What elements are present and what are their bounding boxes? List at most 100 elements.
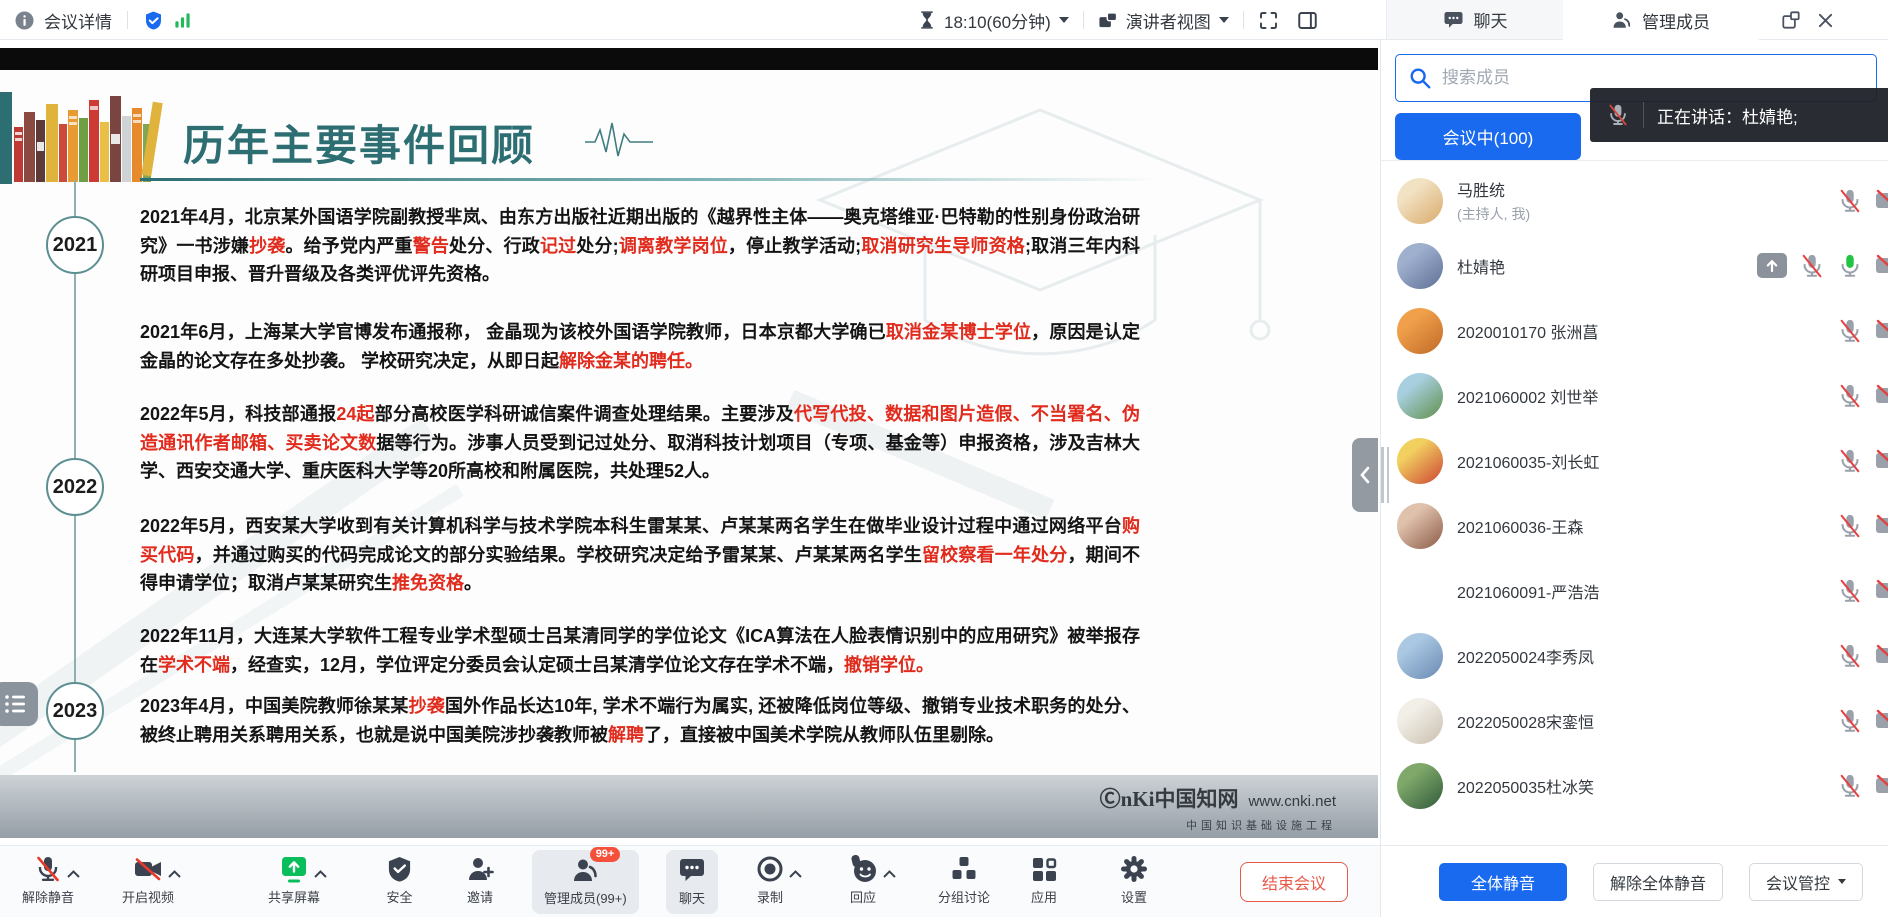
presentation-slide: 历年主要事件回顾 2021 2022 2023 2021年4月，北京某外国语学院… xyxy=(0,70,1378,838)
top-bar: 会议详情 18:10(60分钟) 演讲者视图 xyxy=(0,0,1888,40)
slide-paragraph-2021a: 2021年4月，北京某外国语学院副教授芈岚、由东方出版社近期出版的《越界性主体—… xyxy=(140,203,1140,289)
security-button[interactable]: 安全 xyxy=(386,853,413,911)
camera-muted-icon-clipped[interactable] xyxy=(1875,449,1888,473)
avatar xyxy=(1397,373,1443,419)
tab-in-meeting[interactable]: 会议中(100) xyxy=(1395,113,1581,160)
mic-muted-icon[interactable] xyxy=(1837,318,1863,344)
camera-muted-icon-clipped[interactable] xyxy=(1875,254,1888,278)
slide-paragraph-2022c: 2022年11月，大连某大学软件工程专业学术型硕士吕某清同学的学位论文《ICA算… xyxy=(140,622,1140,679)
popout-panel-icon[interactable] xyxy=(1781,10,1801,30)
shield-check-icon[interactable] xyxy=(143,10,164,31)
apps-button[interactable]: 应用 xyxy=(1030,853,1058,911)
slide-outline-button[interactable] xyxy=(0,682,38,726)
camera-muted-icon-clipped[interactable] xyxy=(1875,514,1888,538)
mic-options-chevron[interactable] xyxy=(67,865,80,883)
meeting-app: 会议详情 18:10(60分钟) 演讲者视图 xyxy=(0,0,1888,917)
panel-resize-grip[interactable] xyxy=(1381,447,1389,503)
chat-bubble-icon xyxy=(1443,9,1464,30)
tab-chat[interactable]: 聊天 xyxy=(1387,0,1563,40)
pulse-line-decoration xyxy=(585,120,655,160)
settings-button[interactable]: 设置 xyxy=(1120,853,1148,911)
avatar xyxy=(1397,763,1443,809)
mic-muted-icon[interactable] xyxy=(1799,253,1825,279)
mic-muted-icon[interactable] xyxy=(1837,578,1863,604)
mic-muted-icon[interactable] xyxy=(1837,773,1863,799)
manage-members-label: 管理成员(99+) xyxy=(544,888,627,907)
sidebar-collapse-handle[interactable] xyxy=(1352,438,1378,512)
unmute-button[interactable]: 解除静音 xyxy=(22,853,74,911)
member-row[interactable]: 杜婧艳 xyxy=(1381,233,1888,298)
share-options-chevron[interactable] xyxy=(314,865,327,883)
camera-muted-icon-clipped[interactable] xyxy=(1875,709,1888,733)
share-screen-label: 共享屏幕 xyxy=(268,887,320,906)
info-icon[interactable] xyxy=(14,10,35,31)
meeting-toolbar: 解除静音 开启视频 共享屏幕 安全 邀请 xyxy=(0,845,1380,917)
record-options-chevron[interactable] xyxy=(789,865,802,883)
member-name: 2021060091-严浩浩 xyxy=(1457,579,1599,603)
member-row[interactable]: 2021060091-严浩浩 xyxy=(1381,558,1888,623)
record-button[interactable]: 录制 xyxy=(756,853,784,911)
meeting-controls-button[interactable]: 会议管控 xyxy=(1749,863,1863,901)
share-screen-button[interactable]: 共享屏幕 xyxy=(268,853,320,911)
reactions-button[interactable]: 回应 xyxy=(848,853,878,911)
meeting-details-link[interactable]: 会议详情 xyxy=(44,8,112,33)
close-panel-icon[interactable] xyxy=(1817,12,1834,29)
slide-paragraph-2023: 2023年4月，中国美院教师徐某某抄袭国外作品长达10年, 学术不端行为属实, … xyxy=(140,692,1140,749)
member-name: 2021060002 刘世举 xyxy=(1457,384,1598,408)
mic-muted-icon[interactable] xyxy=(1837,383,1863,409)
member-row[interactable]: 2021060002 刘世举 xyxy=(1381,363,1888,428)
toast-divider xyxy=(1643,102,1644,128)
avatar xyxy=(1397,178,1443,224)
video-options-chevron[interactable] xyxy=(168,865,181,883)
member-search-input[interactable] xyxy=(1442,68,1822,88)
member-row[interactable]: 2022050024李秀凤 xyxy=(1381,623,1888,688)
network-signal-icon[interactable] xyxy=(173,11,192,30)
member-row[interactable]: 2020010170 张洲菖 xyxy=(1381,298,1888,363)
avatar xyxy=(1397,243,1443,289)
manage-members-button[interactable]: 99+ 管理成员(99+) xyxy=(532,850,639,914)
timer-dropdown-icon[interactable] xyxy=(1059,17,1069,28)
avatar xyxy=(1397,633,1443,679)
unmute-all-button[interactable]: 解除全体静音 xyxy=(1593,863,1723,901)
mic-muted-icon[interactable] xyxy=(1837,708,1863,734)
divider xyxy=(1243,11,1244,29)
settings-label: 设置 xyxy=(1121,887,1147,906)
member-name: 2021060035-刘长虹 xyxy=(1457,449,1599,473)
camera-muted-icon-clipped[interactable] xyxy=(1875,579,1888,603)
avatar xyxy=(1397,308,1443,354)
view-mode-selector[interactable]: 演讲者视图 xyxy=(1126,8,1211,33)
member-row[interactable]: 2021060035-刘长虹 xyxy=(1381,428,1888,493)
member-row[interactable]: 2022050035杜冰笑 xyxy=(1381,753,1888,818)
breakout-rooms-button[interactable]: 分组讨论 xyxy=(938,853,990,911)
camera-muted-icon-clipped[interactable] xyxy=(1875,774,1888,798)
toast-mic-muted-icon xyxy=(1606,103,1630,127)
chat-button[interactable]: 聊天 xyxy=(666,850,718,914)
view-dropdown-icon[interactable] xyxy=(1219,17,1229,28)
member-row[interactable]: 2022050028宋銮恒 xyxy=(1381,688,1888,753)
member-row[interactable]: 马胜统 (主持人, 我) xyxy=(1381,168,1888,233)
reactions-options-chevron[interactable] xyxy=(883,865,896,883)
timeline-year-2021: 2021 xyxy=(46,216,104,274)
member-list: 马胜统 (主持人, 我) 杜婧艳 xyxy=(1381,168,1888,845)
mute-all-button[interactable]: 全体静音 xyxy=(1439,863,1567,901)
camera-muted-icon-clipped[interactable] xyxy=(1875,189,1888,213)
fullscreen-icon[interactable] xyxy=(1258,10,1279,31)
camera-muted-icon-clipped[interactable] xyxy=(1875,319,1888,343)
title-underline xyxy=(140,178,1160,181)
camera-muted-icon-clipped[interactable] xyxy=(1875,384,1888,408)
mic-muted-icon[interactable] xyxy=(1837,448,1863,474)
speaking-toast-text: 正在讲话：杜婧艳; xyxy=(1657,103,1798,128)
member-row[interactable]: 2021060036-王森 xyxy=(1381,493,1888,558)
mic-muted-icon[interactable] xyxy=(1837,643,1863,669)
side-panel-icon[interactable] xyxy=(1297,10,1318,31)
mic-muted-icon[interactable] xyxy=(1837,188,1863,214)
mic-active-icon[interactable] xyxy=(1837,253,1863,279)
end-meeting-button[interactable]: 结束会议 xyxy=(1240,862,1348,902)
meeting-timer: 18:10(60分钟) xyxy=(944,8,1051,33)
start-video-button[interactable]: 开启视频 xyxy=(122,853,174,911)
invite-button[interactable]: 邀请 xyxy=(466,853,494,911)
timeline-year-2023: 2023 xyxy=(46,682,104,740)
tab-manage-members[interactable]: 管理成员 xyxy=(1563,0,1759,40)
mic-muted-icon[interactable] xyxy=(1837,513,1863,539)
camera-muted-icon-clipped[interactable] xyxy=(1875,644,1888,668)
